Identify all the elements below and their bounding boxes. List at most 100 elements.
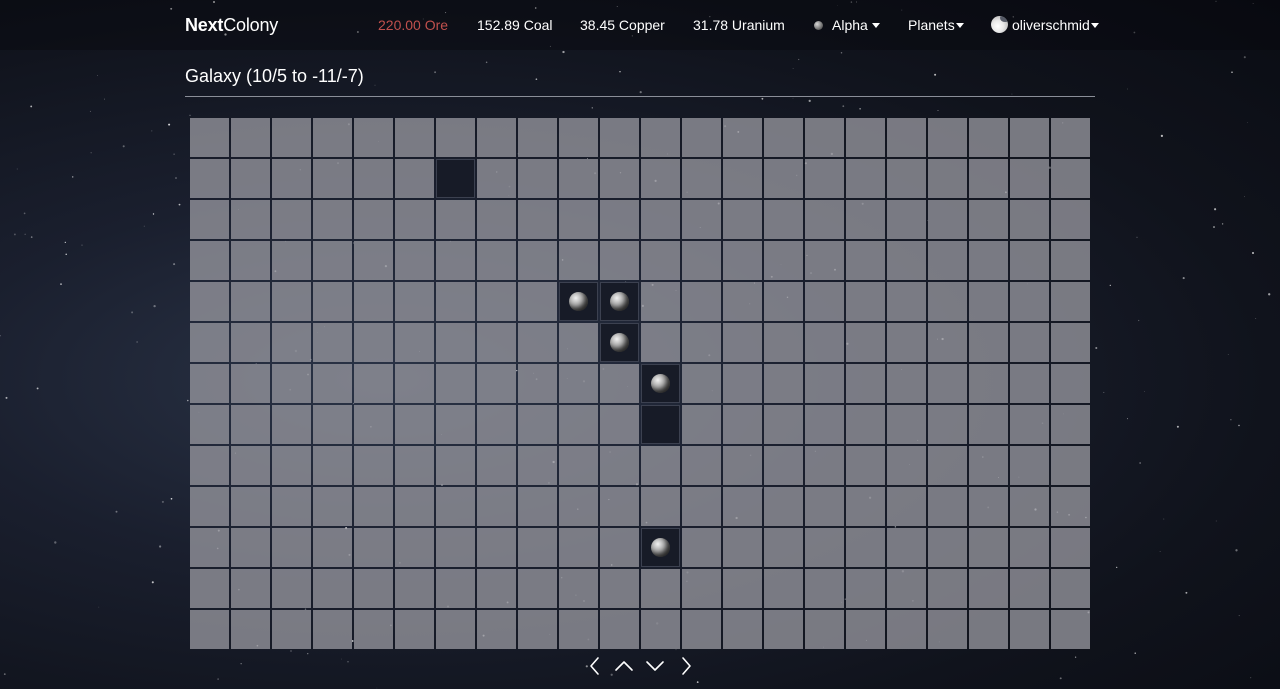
- grid-cell[interactable]: [1010, 159, 1049, 198]
- grid-cell[interactable]: [1010, 569, 1049, 608]
- grid-cell[interactable]: [559, 159, 598, 198]
- grid-cell[interactable]: [518, 323, 557, 362]
- grid-cell[interactable]: [395, 159, 434, 198]
- grid-cell[interactable]: [682, 200, 721, 239]
- grid-cell[interactable]: [969, 118, 1008, 157]
- grid-cell[interactable]: [764, 241, 803, 280]
- grid-cell[interactable]: [928, 487, 967, 526]
- grid-cell[interactable]: [641, 200, 680, 239]
- grid-cell[interactable]: [723, 405, 762, 444]
- grid-cell[interactable]: [1010, 405, 1049, 444]
- grid-cell[interactable]: [436, 610, 475, 649]
- grid-cell[interactable]: [723, 446, 762, 485]
- grid-cell[interactable]: [600, 446, 639, 485]
- grid-cell[interactable]: [805, 446, 844, 485]
- grid-cell[interactable]: [682, 118, 721, 157]
- grid-cell[interactable]: [272, 405, 311, 444]
- grid-cell[interactable]: [600, 118, 639, 157]
- grid-cell[interactable]: [354, 323, 393, 362]
- grid-cell[interactable]: [559, 241, 598, 280]
- grid-cell[interactable]: [846, 569, 885, 608]
- grid-cell[interactable]: [887, 200, 926, 239]
- grid-cell[interactable]: [846, 610, 885, 649]
- grid-cell[interactable]: [1051, 118, 1090, 157]
- grid-cell[interactable]: [313, 405, 352, 444]
- grid-cell[interactable]: [764, 446, 803, 485]
- grid-cell[interactable]: [887, 405, 926, 444]
- grid-cell[interactable]: [723, 118, 762, 157]
- grid-cell[interactable]: [354, 446, 393, 485]
- grid-cell[interactable]: [477, 159, 516, 198]
- grid-cell[interactable]: [559, 446, 598, 485]
- grid-cell[interactable]: [354, 241, 393, 280]
- grid-cell[interactable]: [559, 569, 598, 608]
- grid-cell[interactable]: [600, 364, 639, 403]
- grid-cell[interactable]: [641, 487, 680, 526]
- grid-cell[interactable]: [190, 528, 229, 567]
- grid-cell[interactable]: [764, 323, 803, 362]
- grid-cell[interactable]: [846, 282, 885, 321]
- grid-cell[interactable]: [969, 569, 1008, 608]
- grid-cell[interactable]: [600, 200, 639, 239]
- grid-cell[interactable]: [1010, 610, 1049, 649]
- grid-cell[interactable]: [231, 241, 270, 280]
- grid-cell[interactable]: [395, 528, 434, 567]
- grid-cell[interactable]: [928, 159, 967, 198]
- grid-cell[interactable]: [969, 200, 1008, 239]
- grid-cell[interactable]: [436, 569, 475, 608]
- grid-cell[interactable]: [559, 118, 598, 157]
- grid-cell[interactable]: [846, 364, 885, 403]
- brand-logo[interactable]: NextColony: [185, 15, 278, 36]
- grid-cell[interactable]: [313, 446, 352, 485]
- grid-cell[interactable]: [231, 323, 270, 362]
- grid-cell[interactable]: [436, 364, 475, 403]
- grid-cell[interactable]: [1010, 364, 1049, 403]
- grid-cell[interactable]: [313, 200, 352, 239]
- grid-cell[interactable]: [272, 364, 311, 403]
- grid-cell[interactable]: [272, 241, 311, 280]
- grid-cell[interactable]: [395, 323, 434, 362]
- grid-cell[interactable]: [969, 159, 1008, 198]
- grid-cell[interactable]: [846, 405, 885, 444]
- grid-cell[interactable]: [231, 200, 270, 239]
- grid-cell[interactable]: [764, 364, 803, 403]
- grid-cell[interactable]: [969, 282, 1008, 321]
- grid-cell[interactable]: [846, 487, 885, 526]
- grid-cell[interactable]: [272, 610, 311, 649]
- grid-cell[interactable]: [518, 282, 557, 321]
- grid-cell[interactable]: [354, 487, 393, 526]
- grid-cell[interactable]: [805, 282, 844, 321]
- grid-cell[interactable]: [641, 118, 680, 157]
- grid-cell[interactable]: [231, 405, 270, 444]
- grid-cell[interactable]: [1010, 200, 1049, 239]
- grid-cell[interactable]: [600, 159, 639, 198]
- grid-cell[interactable]: [559, 364, 598, 403]
- grid-cell[interactable]: [354, 610, 393, 649]
- grid-cell[interactable]: [518, 446, 557, 485]
- grid-cell[interactable]: [559, 323, 598, 362]
- grid-cell[interactable]: [436, 323, 475, 362]
- grid-cell[interactable]: [477, 446, 516, 485]
- grid-cell[interactable]: [559, 405, 598, 444]
- grid-cell[interactable]: [559, 528, 598, 567]
- grid-cell[interactable]: [928, 118, 967, 157]
- grid-cell[interactable]: [477, 200, 516, 239]
- grid-cell[interactable]: [231, 446, 270, 485]
- grid-cell[interactable]: [272, 323, 311, 362]
- grid-cell[interactable]: [395, 282, 434, 321]
- grid-cell[interactable]: [641, 241, 680, 280]
- grid-cell[interactable]: [764, 610, 803, 649]
- grid-cell[interactable]: [1010, 446, 1049, 485]
- grid-cell[interactable]: [969, 364, 1008, 403]
- grid-cell[interactable]: [969, 487, 1008, 526]
- grid-cell[interactable]: [313, 364, 352, 403]
- grid-cell[interactable]: [190, 446, 229, 485]
- grid-cell[interactable]: [518, 200, 557, 239]
- grid-cell[interactable]: [231, 282, 270, 321]
- grid-cell[interactable]: [723, 528, 762, 567]
- grid-cell[interactable]: [354, 118, 393, 157]
- grid-cell[interactable]: [682, 159, 721, 198]
- grid-cell[interactable]: [1051, 569, 1090, 608]
- grid-cell[interactable]: [641, 446, 680, 485]
- grid-cell[interactable]: [682, 405, 721, 444]
